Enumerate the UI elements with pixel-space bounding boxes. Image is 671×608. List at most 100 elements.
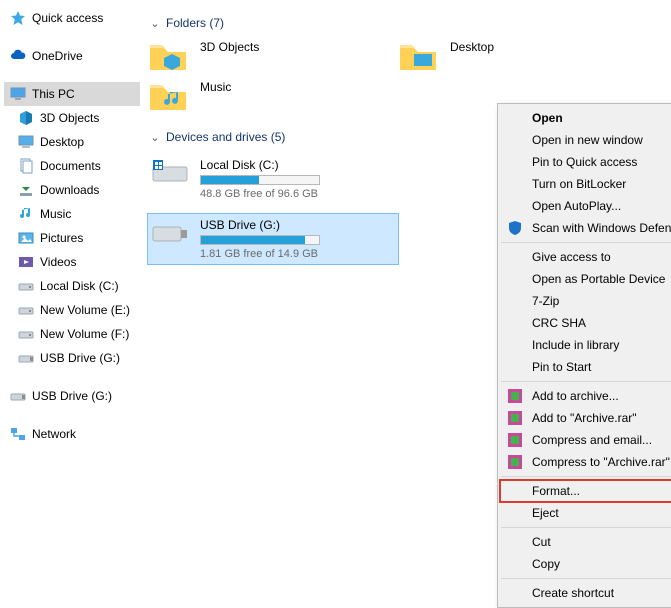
menu-portable-device[interactable]: Open as Portable Device [500, 268, 671, 290]
section-title: Folders (7) [166, 16, 224, 30]
nav-label: Videos [40, 255, 76, 269]
nav-label: Local Disk (C:) [40, 279, 119, 293]
menu-copy[interactable]: Copy [500, 553, 671, 575]
star-icon [10, 10, 26, 26]
menu-add-archive-rar[interactable]: Add to "Archive.rar" [500, 407, 671, 429]
folder-music[interactable]: Music [148, 80, 398, 114]
cloud-icon [10, 48, 26, 64]
chevron-down-icon: ⌄ [148, 17, 162, 30]
nav-videos[interactable]: Videos [4, 250, 140, 274]
menu-crc-sha[interactable]: CRC SHA〉 [500, 312, 671, 334]
folder-icon [398, 40, 438, 74]
usb-icon [18, 350, 34, 366]
nav-label: Quick access [32, 11, 103, 25]
desktop-icon [18, 134, 34, 150]
nav-tree: Quick access OneDrive This PC 3D Objects… [0, 0, 140, 597]
menu-open-new-window[interactable]: Open in new window [500, 129, 671, 151]
menu-open[interactable]: Open [500, 107, 671, 129]
shield-icon [506, 219, 524, 237]
nav-network[interactable]: Network [4, 422, 140, 446]
usb-icon [150, 218, 190, 246]
menu-eject[interactable]: Eject [500, 502, 671, 524]
nav-label: Network [32, 427, 76, 441]
menu-pin-quick-access[interactable]: Pin to Quick access [500, 151, 671, 173]
nav-onedrive[interactable]: OneDrive [4, 44, 140, 68]
folder-label: 3D Objects [200, 40, 259, 54]
folder-3d-objects[interactable]: 3D Objects [148, 40, 398, 74]
folder-icon [148, 40, 188, 74]
network-icon [10, 426, 26, 442]
menu-compress-email[interactable]: Compress and email... [500, 429, 671, 451]
nav-label: Documents [40, 159, 101, 173]
menu-bitlocker[interactable]: Turn on BitLocker [500, 173, 671, 195]
videos-icon [18, 254, 34, 270]
nav-label: 3D Objects [40, 111, 99, 125]
winrar-icon [506, 453, 524, 471]
context-menu: Open Open in new window Pin to Quick acc… [497, 103, 671, 608]
monitor-icon [10, 86, 26, 102]
nav-music[interactable]: Music [4, 202, 140, 226]
nav-label: Pictures [40, 231, 83, 245]
folder-label: Music [200, 80, 231, 94]
nav-label: USB Drive (G:) [40, 351, 120, 365]
nav-downloads[interactable]: Downloads [4, 178, 140, 202]
folder-desktop[interactable]: Desktop [398, 40, 648, 74]
nav-usb-drive-a[interactable]: USB Drive (G:) [4, 346, 140, 370]
drive-usb[interactable]: USB Drive (G:) 1.81 GB free of 14.9 GB [148, 214, 398, 264]
nav-local-disk[interactable]: Local Disk (C:) [4, 274, 140, 298]
menu-pin-start[interactable]: Pin to Start [500, 356, 671, 378]
nav-usb-drive-b[interactable]: USB Drive (G:) [4, 384, 140, 408]
nav-label: Downloads [40, 183, 99, 197]
pictures-icon [18, 230, 34, 246]
nav-new-volume-e[interactable]: New Volume (E:) [4, 298, 140, 322]
nav-label: OneDrive [32, 49, 83, 63]
drive-icon [150, 158, 190, 186]
nav-quick-access[interactable]: Quick access [4, 6, 140, 30]
main-pane: ⌄ Folders (7) 3D Objects Desktop Music ⌄… [140, 0, 671, 597]
menu-add-archive[interactable]: Add to archive... [500, 385, 671, 407]
drive-name: USB Drive (G:) [200, 218, 320, 232]
folder-label: Desktop [450, 40, 494, 54]
nav-3d-objects[interactable]: 3D Objects [4, 106, 140, 130]
nav-label: New Volume (F:) [40, 327, 129, 341]
nav-label: USB Drive (G:) [32, 389, 112, 403]
drive-local-disk[interactable]: Local Disk (C:) 48.8 GB free of 96.6 GB [148, 154, 398, 204]
section-folders-header[interactable]: ⌄ Folders (7) [148, 16, 671, 30]
drive-icon [18, 326, 34, 342]
nav-label: Desktop [40, 135, 84, 149]
menu-format[interactable]: Format... [500, 480, 671, 502]
chevron-down-icon: ⌄ [148, 131, 162, 144]
folder-icon [148, 80, 188, 114]
nav-documents[interactable]: Documents [4, 154, 140, 178]
drive-free: 48.8 GB free of 96.6 GB [200, 188, 320, 200]
music-icon [18, 206, 34, 222]
menu-include-library[interactable]: Include in library〉 [500, 334, 671, 356]
nav-label: Music [40, 207, 71, 221]
menu-7zip[interactable]: 7-Zip〉 [500, 290, 671, 312]
documents-icon [18, 158, 34, 174]
winrar-icon [506, 387, 524, 405]
menu-autoplay[interactable]: Open AutoPlay... [500, 195, 671, 217]
cube-icon [18, 110, 34, 126]
menu-defender[interactable]: Scan with Windows Defender... [500, 217, 671, 239]
download-icon [18, 182, 34, 198]
nav-this-pc[interactable]: This PC [4, 82, 140, 106]
menu-give-access[interactable]: Give access to〉 [500, 246, 671, 268]
capacity-bar [200, 175, 320, 185]
usb-icon [10, 388, 26, 404]
drive-free: 1.81 GB free of 14.9 GB [200, 248, 320, 260]
nav-desktop[interactable]: Desktop [4, 130, 140, 154]
nav-new-volume-f[interactable]: New Volume (F:) [4, 322, 140, 346]
nav-label: This PC [32, 87, 75, 101]
nav-label: New Volume (E:) [40, 303, 130, 317]
menu-compress-rar-email[interactable]: Compress to "Archive.rar" and email [500, 451, 671, 473]
menu-create-shortcut[interactable]: Create shortcut [500, 582, 671, 604]
winrar-icon [506, 409, 524, 427]
section-title: Devices and drives (5) [166, 130, 285, 144]
nav-pictures[interactable]: Pictures [4, 226, 140, 250]
menu-cut[interactable]: Cut [500, 531, 671, 553]
winrar-icon [506, 431, 524, 449]
drive-icon [18, 278, 34, 294]
drive-icon [18, 302, 34, 318]
drive-name: Local Disk (C:) [200, 158, 320, 172]
